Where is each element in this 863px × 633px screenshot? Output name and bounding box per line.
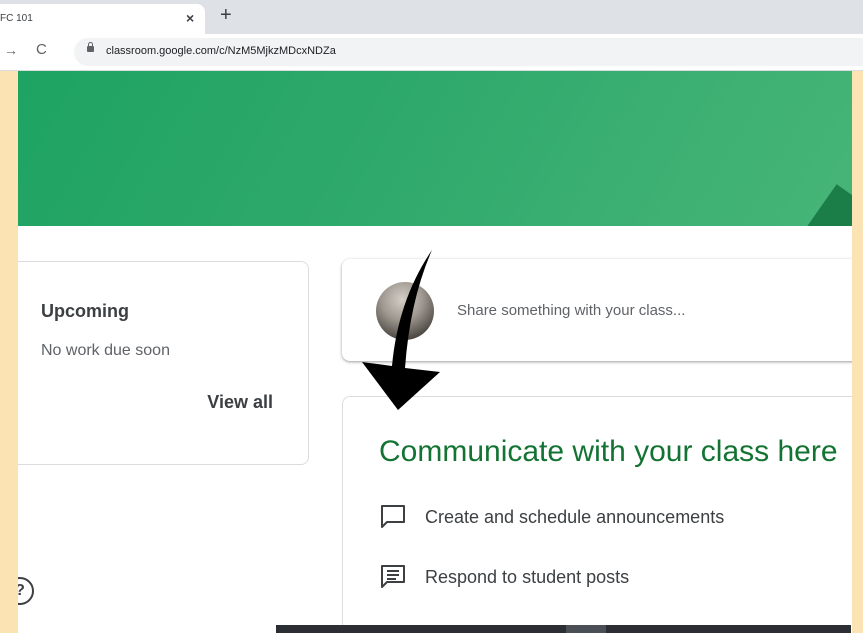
screenshot-frame: FC 101 × + → C classroom.google.com/c/Nz… <box>0 0 863 633</box>
address-bar[interactable]: classroom.google.com/c/NzM5MjkzMDcxNDZa <box>74 38 863 66</box>
view-all-link[interactable]: View all <box>207 392 273 413</box>
student-posts-icon <box>381 565 405 588</box>
share-placeholder[interactable]: Share something with your class... <box>457 302 685 319</box>
upcoming-card: Upcoming No work due soon View all <box>18 261 309 465</box>
tab-title: FC 101 <box>0 13 33 24</box>
taskbar <box>276 625 851 633</box>
list-item-label: Respond to student posts <box>425 567 630 587</box>
upcoming-empty-text: No work due soon <box>41 342 170 359</box>
browser-toolbar: → C classroom.google.com/c/NzM5MjkzMDcxN… <box>0 34 863 71</box>
announcement-icon <box>381 505 405 528</box>
share-box[interactable]: Share something with your class... <box>342 259 852 361</box>
browser-tabstrip: FC 101 × + <box>0 0 863 34</box>
avatar <box>376 282 434 340</box>
communicate-card: Communicate with your class here Create … <box>342 396 852 633</box>
classroom-page: Upcoming No work due soon View all Share… <box>18 71 852 633</box>
url-text[interactable]: classroom.google.com/c/NzM5MjkzMDcxNDZa <box>106 45 336 57</box>
class-banner <box>18 71 852 226</box>
help-icon[interactable]: ? <box>18 577 34 605</box>
tab-close-icon[interactable]: × <box>186 10 194 26</box>
banner-decoration <box>802 184 852 226</box>
forward-icon[interactable]: → <box>4 42 18 58</box>
list-item-label: Create and schedule announcements <box>425 507 725 527</box>
browser-tab[interactable]: FC 101 × <box>0 4 205 34</box>
new-tab-button[interactable]: + <box>220 5 232 25</box>
reload-icon[interactable]: C <box>36 41 47 58</box>
lock-icon <box>87 42 94 52</box>
upcoming-title: Upcoming <box>41 301 129 321</box>
taskbar-item[interactable] <box>566 625 606 633</box>
communicate-title: Communicate with your class here <box>379 435 838 468</box>
